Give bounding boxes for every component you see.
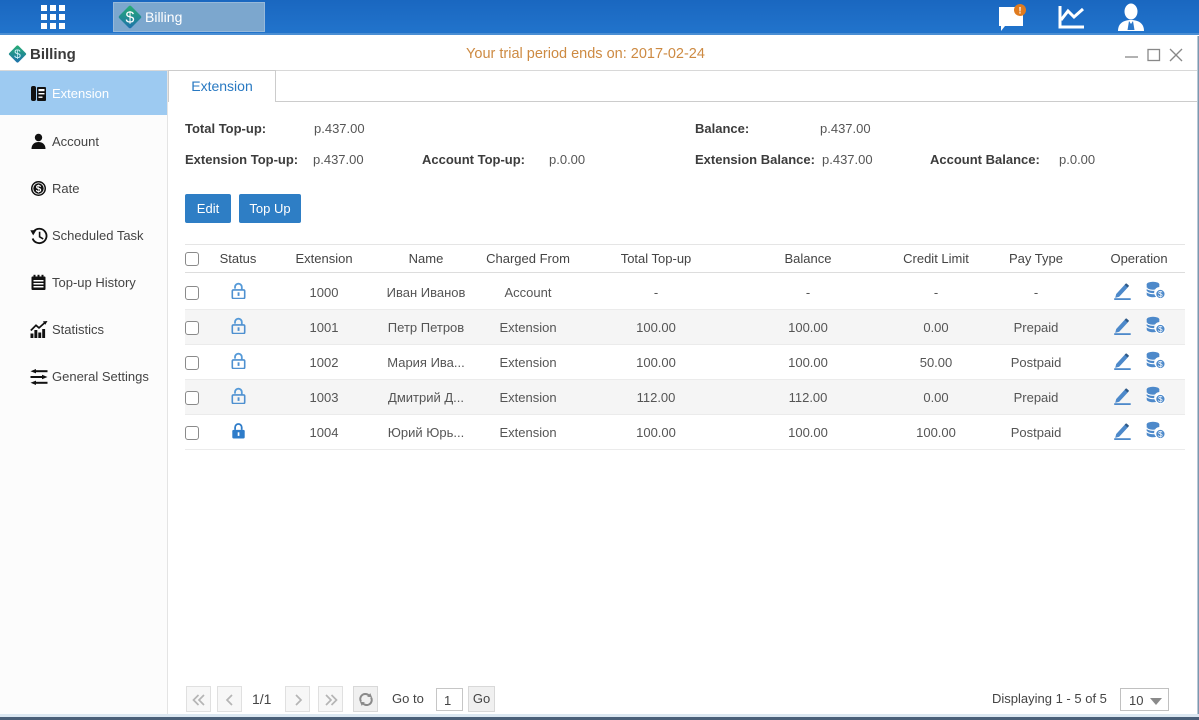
- svg-text:!: !: [1019, 6, 1022, 16]
- svg-text:$: $: [1158, 395, 1163, 404]
- svg-text:$: $: [36, 184, 42, 195]
- svg-text:$: $: [1158, 360, 1163, 369]
- svg-text:$: $: [1158, 290, 1163, 299]
- svg-text:$: $: [1158, 325, 1163, 334]
- svg-text:$: $: [1158, 430, 1163, 439]
- svg-text:$: $: [126, 10, 135, 27]
